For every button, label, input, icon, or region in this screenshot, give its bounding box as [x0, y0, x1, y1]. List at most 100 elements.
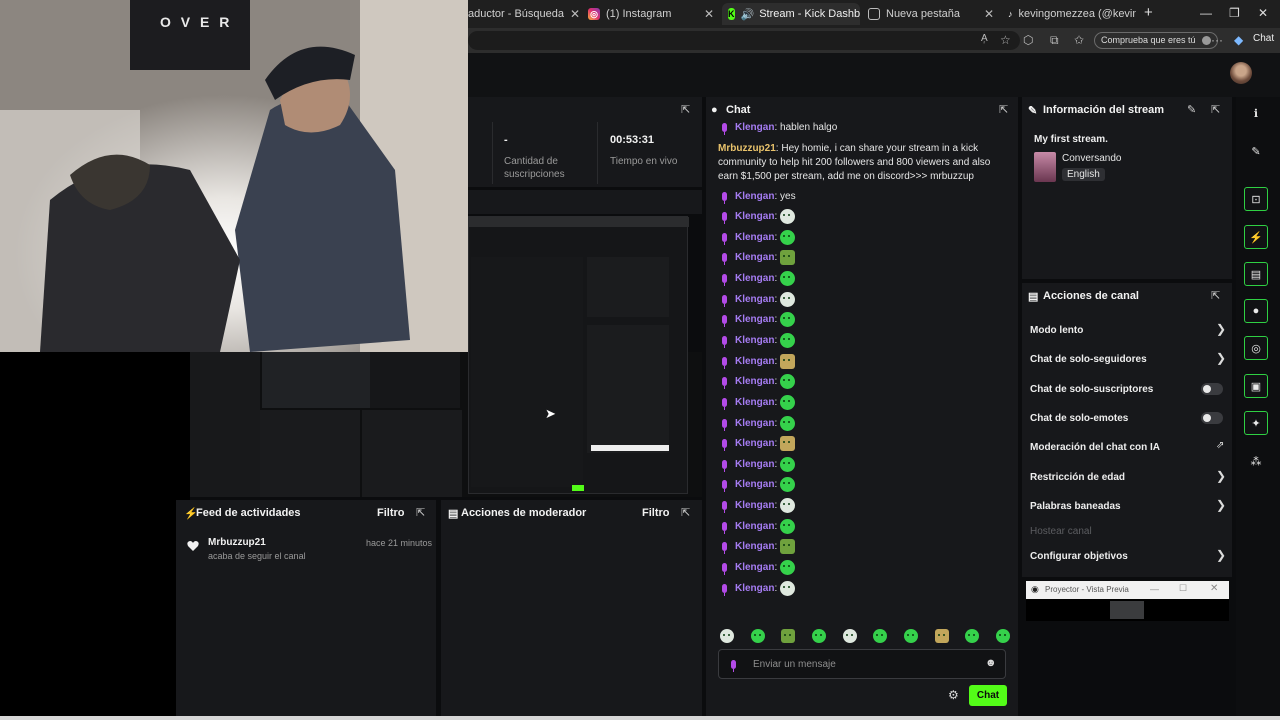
chevron-right-icon[interactable]: ❯ [1216, 322, 1226, 336]
slow-mode-item[interactable]: Modo lento [1030, 325, 1083, 336]
chevron-right-icon[interactable]: ❯ [1216, 469, 1226, 483]
favorite-star-icon[interactable]: ☆ [1000, 33, 1011, 47]
extensions-icon[interactable]: ⬡ [1023, 33, 1033, 47]
chat-username[interactable]: Klengan [735, 294, 774, 305]
feed-entry-user[interactable]: Mrbuzzup21 [208, 537, 266, 548]
chat-username[interactable]: Klengan [735, 541, 774, 552]
emote[interactable] [780, 250, 796, 265]
chat-username[interactable]: Klengan [735, 191, 774, 202]
emoji-icon[interactable]: ☻ [985, 657, 997, 669]
chevron-right-icon[interactable]: ❯ [1216, 351, 1226, 365]
chat-username[interactable]: Klengan [735, 479, 774, 490]
close-icon[interactable]: ✕ [978, 7, 994, 21]
close-icon[interactable]: ✕ [698, 7, 714, 21]
more-options-icon[interactable]: ··· [1211, 33, 1223, 47]
chat-username[interactable]: Klengan [735, 500, 774, 511]
verify-identity-button[interactable]: Comprueba que eres tú [1094, 32, 1219, 49]
close-icon[interactable]: ✕ [564, 7, 580, 21]
feed-filter-button[interactable]: Filtro [377, 507, 405, 519]
emote-button[interactable] [995, 629, 1010, 643]
tab-tiktok[interactable]: ♪ kevingomezzea (@kevingon ✕ [1002, 3, 1136, 25]
chat-username[interactable]: Klengan [735, 314, 774, 325]
chat-username[interactable]: Klengan [735, 232, 774, 243]
chat-username[interactable]: Klengan [735, 122, 774, 133]
minimize-icon[interactable]: — [1150, 584, 1159, 594]
emote[interactable] [780, 354, 796, 369]
emote-button[interactable] [965, 629, 980, 643]
chat-username[interactable]: Klengan [735, 418, 774, 429]
chat-username[interactable]: Klengan [735, 397, 774, 408]
expand-icon[interactable]: ⇱ [1211, 103, 1220, 116]
copilot-icon[interactable]: ◆ [1234, 33, 1243, 47]
lightning-icon[interactable]: ⚡ [1244, 225, 1268, 249]
emote[interactable] [780, 560, 796, 575]
chat-username[interactable]: Klengan [735, 583, 774, 594]
chat-username[interactable]: Klengan [735, 335, 774, 346]
info-icon[interactable]: ℹ [1244, 101, 1268, 125]
stream-preview[interactable]: ➤ [190, 216, 702, 497]
emote-button[interactable] [934, 629, 949, 643]
external-link-icon[interactable]: ⇗ [1216, 440, 1224, 451]
address-field[interactable] [468, 31, 1020, 50]
maximize-icon[interactable]: ❐ [1229, 6, 1240, 20]
emote[interactable] [780, 477, 796, 492]
chat-username[interactable]: Klengan [735, 459, 774, 470]
layout-icon[interactable]: ▣ [1244, 374, 1268, 398]
emote[interactable] [780, 519, 796, 534]
emote[interactable] [780, 539, 796, 554]
expand-icon[interactable]: ⇱ [681, 103, 690, 116]
subscribers-only-toggle[interactable] [1201, 383, 1223, 395]
emote-button[interactable] [811, 629, 826, 643]
emote[interactable] [780, 436, 796, 451]
tab-search[interactable]: aductor - Búsqueda ✕ [462, 3, 580, 25]
banned-words-item[interactable]: Palabras baneadas [1030, 501, 1121, 512]
followers-only-item[interactable]: Chat de solo-seguidores [1030, 354, 1147, 365]
window-close-icon[interactable]: ✕ [1258, 6, 1268, 20]
emote[interactable] [780, 312, 796, 327]
chat-message-input[interactable]: Enviar un mensaje ☻ [718, 649, 1006, 679]
chat-icon[interactable]: ● [1244, 299, 1268, 323]
expand-icon[interactable]: ⇱ [416, 506, 425, 519]
tab-new[interactable]: Nueva pestaña ✕ [862, 3, 1000, 25]
tools-icon[interactable]: ✦ [1244, 411, 1268, 435]
emote-button[interactable] [750, 629, 765, 643]
chat-username[interactable]: Mrbuzzup21 [718, 143, 776, 154]
ai-moderation-item[interactable]: Moderación del chat con IA [1030, 442, 1160, 453]
emote-button[interactable] [873, 629, 888, 643]
emote[interactable] [780, 230, 796, 245]
emote-button[interactable] [720, 629, 734, 643]
tab-instagram[interactable]: ◎ (1) Instagram ✕ [582, 3, 720, 25]
emote[interactable] [780, 271, 796, 286]
tab-kick-dashboard[interactable]: K 🔊 Stream - Kick Dashboard ✕ [722, 3, 860, 25]
expand-icon[interactable]: ⇱ [681, 506, 690, 519]
chat-username[interactable]: Klengan [735, 273, 774, 284]
expand-icon[interactable]: ⇱ [1211, 289, 1220, 302]
settings-gear-icon[interactable]: ⚙ [948, 688, 959, 702]
collections-icon[interactable]: ⧉ [1050, 33, 1059, 48]
favorites-icon[interactable]: ✩ [1074, 33, 1084, 47]
emote[interactable] [780, 333, 796, 348]
edit-icon[interactable]: ✎ [1244, 139, 1268, 163]
broadcast-icon[interactable]: ◎ [1244, 336, 1268, 360]
chat-username[interactable]: Klengan [735, 356, 774, 367]
mod-filter-button[interactable]: Filtro [642, 507, 670, 519]
age-restriction-item[interactable]: Restricción de edad [1030, 472, 1125, 483]
emote[interactable] [780, 498, 796, 513]
speaker-icon[interactable]: 🔊 [741, 8, 755, 21]
emote-button[interactable] [903, 629, 918, 643]
notes-icon[interactable]: ▤ [1244, 262, 1268, 286]
configure-goals-item[interactable]: Configurar objetivos [1030, 551, 1128, 562]
chat-username[interactable]: Klengan [735, 562, 774, 573]
maximize-icon[interactable]: ☐ [1179, 583, 1187, 594]
chevron-right-icon[interactable]: ❯ [1216, 498, 1226, 512]
emote-button[interactable] [781, 629, 796, 643]
clip-icon[interactable]: ⊡ [1244, 187, 1268, 211]
send-chat-button[interactable]: Chat [969, 685, 1007, 706]
emote[interactable] [780, 416, 796, 431]
chat-username[interactable]: Klengan [735, 438, 774, 449]
emote[interactable] [780, 292, 796, 307]
emote[interactable] [780, 374, 796, 389]
integrations-icon[interactable]: ⁂ [1244, 449, 1268, 473]
close-icon[interactable]: ✕ [1210, 583, 1218, 594]
emote[interactable] [780, 209, 796, 224]
